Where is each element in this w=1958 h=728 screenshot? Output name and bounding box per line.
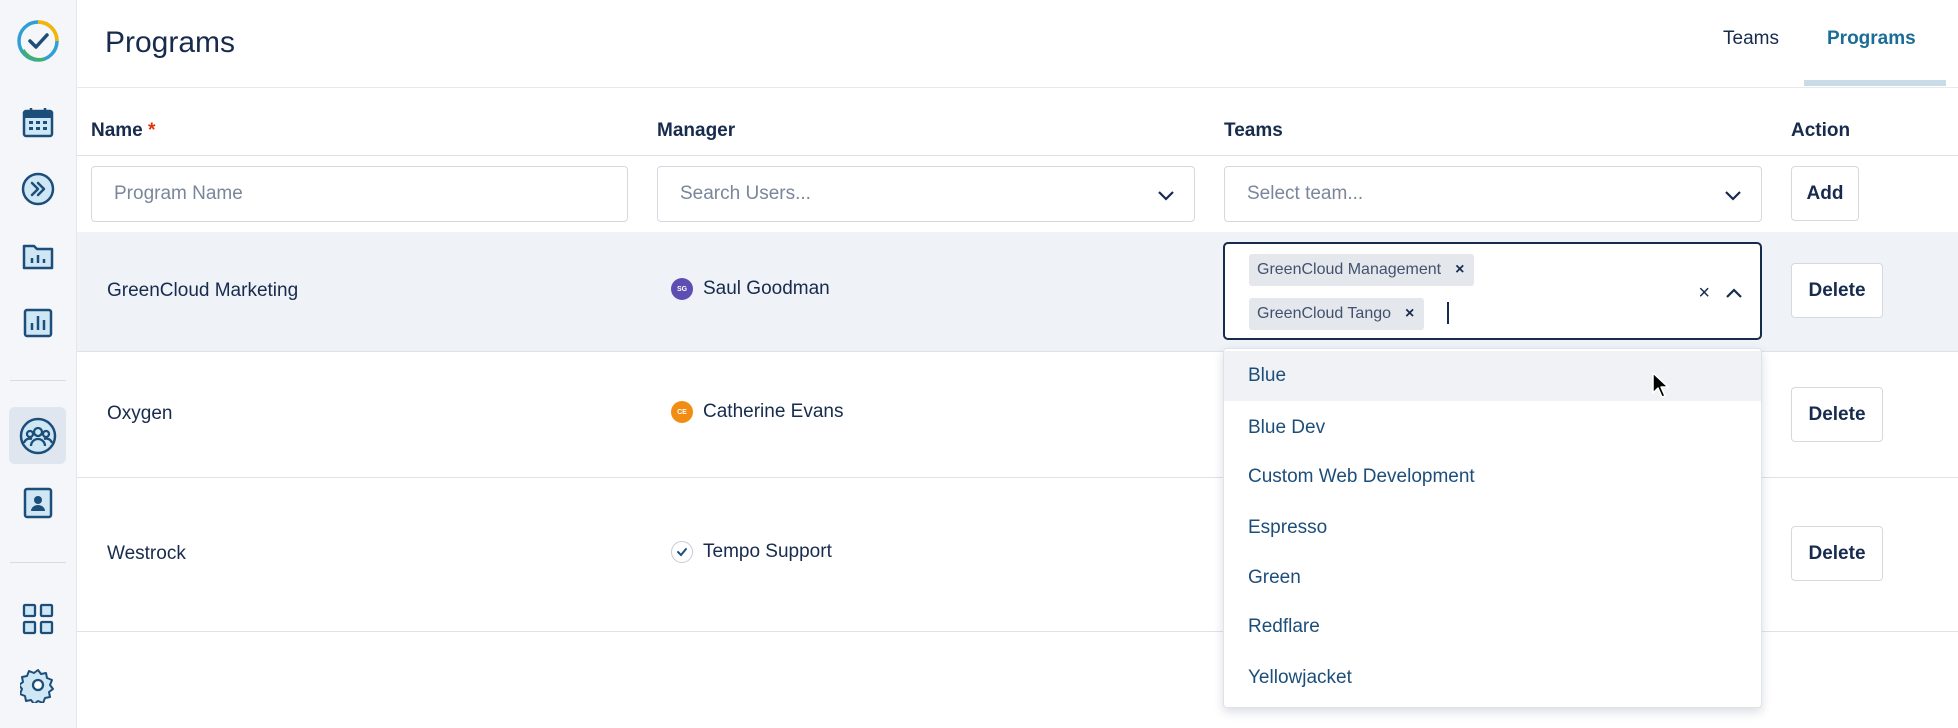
manager-name: Saul Goodman (703, 278, 830, 299)
text-cursor[interactable] (1447, 302, 1449, 324)
selected-team-label: GreenCloud Management (1257, 261, 1442, 278)
header-divider (77, 155, 1958, 156)
apps-grid-icon[interactable] (9, 590, 66, 647)
column-header-name: Name * (91, 120, 155, 142)
folder-chart-icon[interactable] (9, 227, 66, 284)
column-header-name-label: Name (91, 120, 143, 141)
menu-option[interactable]: Custom Web Development (1224, 452, 1761, 502)
column-header-manager: Manager (657, 120, 736, 141)
sidebar-divider (10, 380, 66, 381)
page-title: Programs (105, 26, 236, 59)
delete-button[interactable]: Delete (1791, 526, 1883, 581)
team-options-menu: Blue Blue Dev Custom Web Development Esp… (1223, 348, 1762, 708)
team-select-placeholder: Select team... (1247, 183, 1364, 204)
menu-option[interactable]: Yellowjacket (1224, 653, 1761, 703)
manager-name: Catherine Evans (703, 401, 844, 422)
tab-teams[interactable]: Teams (1723, 28, 1779, 50)
selected-team-label: GreenCloud Tango (1257, 305, 1392, 322)
clear-icon[interactable]: × (1698, 282, 1710, 305)
program-name-placeholder: Program Name (114, 183, 243, 204)
tab-programs[interactable]: Programs (1827, 28, 1916, 50)
team-icon[interactable] (9, 407, 66, 464)
column-header-action: Action (1791, 120, 1851, 141)
menu-option[interactable]: Redflare (1224, 602, 1761, 652)
avatar: SG (671, 278, 693, 300)
active-tab-indicator (1804, 80, 1946, 86)
menu-option[interactable]: Blue (1224, 351, 1761, 401)
sidebar (0, 0, 77, 728)
selected-team-tag: GreenCloud Management × (1249, 254, 1475, 286)
add-button[interactable]: Add (1791, 166, 1859, 221)
remove-tag-icon[interactable]: × (1455, 261, 1464, 279)
manager-cell: CE Catherine Evans (671, 401, 843, 423)
selected-team-tag: GreenCloud Tango × (1249, 298, 1425, 330)
manager-cell: SG Saul Goodman (671, 278, 830, 300)
manager-search-placeholder: Search Users... (680, 183, 811, 204)
column-header-teams: Teams (1224, 120, 1283, 141)
delete-button[interactable]: Delete (1791, 387, 1883, 442)
mouse-pointer-icon (1652, 372, 1669, 398)
app: Programs Teams Programs Name * Manager T… (0, 0, 1958, 728)
user-card-icon[interactable] (9, 474, 66, 531)
required-marker: * (148, 120, 156, 141)
gear-icon[interactable] (9, 656, 66, 713)
program-name: Oxygen (107, 403, 173, 424)
delete-button[interactable]: Delete (1791, 263, 1883, 318)
manager-cell: Tempo Support (671, 541, 832, 563)
menu-option[interactable]: Green (1224, 553, 1761, 603)
chevron-down-icon[interactable] (1156, 185, 1176, 205)
manager-search-select[interactable]: Search Users... (657, 166, 1195, 222)
teams-multiselect[interactable]: GreenCloud Management × GreenCloud Tango… (1223, 242, 1762, 340)
tempo-avatar-icon (671, 541, 693, 563)
program-name: GreenCloud Marketing (107, 280, 299, 301)
menu-option[interactable]: Blue Dev (1224, 403, 1761, 453)
program-name: Westrock (107, 543, 186, 564)
manager-name: Tempo Support (703, 541, 832, 562)
avatar: CE (671, 401, 693, 423)
program-name-input[interactable]: Program Name (91, 166, 628, 222)
page-header: Programs (77, 0, 1958, 88)
remove-tag-icon[interactable]: × (1405, 305, 1414, 323)
bar-chart-icon[interactable] (9, 294, 66, 351)
chevron-up-icon[interactable] (1724, 284, 1744, 304)
calendar-icon[interactable] (9, 94, 66, 151)
menu-option[interactable]: Espresso (1224, 503, 1761, 553)
forward-circle-icon[interactable] (9, 160, 66, 217)
team-select[interactable]: Select team... (1224, 166, 1762, 222)
chevron-down-icon[interactable] (1723, 185, 1743, 205)
tempo-logo-icon[interactable] (9, 12, 66, 69)
sidebar-divider (10, 562, 66, 563)
